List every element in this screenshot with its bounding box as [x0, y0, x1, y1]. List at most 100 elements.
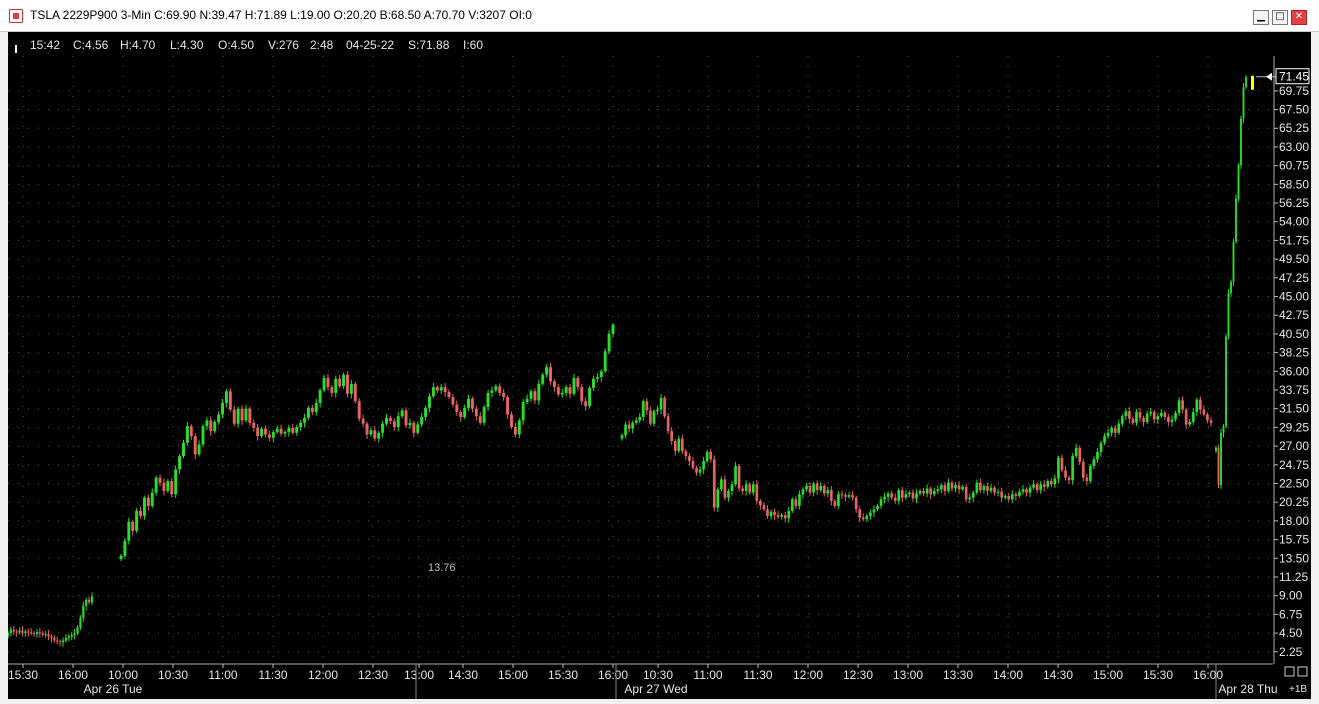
candle-body — [396, 416, 400, 427]
candle-body — [769, 511, 773, 516]
scale-button[interactable]: +1B — [1289, 684, 1307, 695]
candle-body — [166, 481, 170, 491]
candle-body — [330, 387, 334, 393]
candle-body — [385, 417, 388, 424]
x-tick-label: 10:30 — [158, 668, 188, 682]
y-tick-label: 60.75 — [1279, 159, 1309, 173]
candle-body — [1106, 432, 1110, 437]
candle-body — [631, 422, 634, 429]
candle-body — [1074, 447, 1078, 457]
x-tick-label: 12:30 — [358, 668, 388, 682]
candle-body — [1237, 165, 1240, 199]
candle-body — [361, 418, 365, 424]
candle-body — [794, 499, 798, 506]
candle-body — [656, 409, 659, 412]
scale-box-icon — [1297, 666, 1308, 677]
last-price-arrow-icon — [1266, 72, 1272, 81]
candle-body — [1145, 413, 1149, 422]
y-tick-label: 11.25 — [1279, 570, 1308, 584]
y-tick-label: 58.50 — [1279, 177, 1309, 191]
candle-body — [44, 633, 47, 635]
info-tick: 2:48 — [310, 38, 334, 52]
candle-body — [1025, 489, 1028, 493]
candle-body — [858, 509, 862, 518]
candle-body — [9, 629, 12, 634]
candle-body — [182, 442, 185, 457]
price-chart[interactable]: 69.75 67.50 65.25 63.00 60.75 58.50 56.25 54.00… — [8, 56, 1311, 699]
candle-body — [964, 486, 968, 500]
x-tick-label: 14:30 — [1043, 668, 1073, 682]
candle-body — [12, 629, 15, 632]
candle-body — [53, 638, 56, 641]
candle-body — [510, 414, 513, 427]
candle-body — [139, 510, 142, 516]
candle-body — [790, 499, 794, 511]
candle-body — [1050, 481, 1053, 485]
candle-body — [1181, 400, 1184, 410]
candle-body — [1149, 412, 1153, 414]
x-tick-label: 15:30 — [8, 668, 38, 682]
date-label: Apr 28 Thu — [1218, 682, 1277, 696]
y-tick-label: 67.50 — [1279, 103, 1309, 117]
candle-body — [1120, 416, 1124, 424]
candle-body — [248, 408, 252, 423]
candle-body — [556, 387, 560, 395]
candle-body — [1227, 293, 1230, 337]
candle-body — [915, 493, 918, 499]
candle-body — [162, 482, 166, 491]
y-tick-label: 29.25 — [1279, 420, 1309, 434]
candle-body — [624, 424, 627, 436]
candle-body — [146, 497, 150, 506]
x-tick-label: 11:30 — [258, 668, 287, 682]
candle-body — [837, 494, 840, 506]
candle-body — [346, 374, 349, 394]
chart-annotation: 13.76 — [428, 562, 456, 574]
candle-body — [865, 515, 869, 520]
candle-body — [56, 640, 59, 642]
y-tick-label: 63.00 — [1279, 140, 1309, 154]
candle-body — [734, 466, 737, 485]
candle-body — [620, 435, 624, 439]
candle-body — [986, 485, 989, 491]
candle-body — [119, 555, 123, 560]
last-price-marker — [1251, 75, 1254, 90]
candle-body — [217, 414, 221, 422]
candle-body — [568, 387, 572, 394]
candle-body — [922, 490, 925, 494]
candle-body — [847, 495, 851, 497]
minimize-button[interactable]: ▁ — [1253, 10, 1269, 25]
candle-body — [365, 423, 369, 435]
candle-body — [1170, 419, 1174, 422]
candle-body — [695, 467, 698, 473]
candle-body — [1010, 494, 1014, 500]
x-tick-label: 14:00 — [993, 668, 1023, 682]
candle-body — [189, 426, 193, 437]
candle-body — [1206, 414, 1209, 421]
candle-body — [1046, 481, 1050, 487]
candle-body — [252, 422, 256, 428]
x-tick-label: 16:00 — [1193, 668, 1223, 682]
maximize-button[interactable]: □ — [1272, 10, 1288, 25]
scale-box-icon — [1284, 666, 1295, 677]
candle-body — [271, 431, 275, 438]
x-tick-label: 13:30 — [943, 668, 973, 682]
candle-body — [279, 428, 283, 434]
candle-body — [357, 401, 361, 419]
y-tick-label: 54.00 — [1279, 215, 1309, 229]
candle-body — [127, 521, 131, 541]
candle-body — [1014, 494, 1018, 496]
candle-body — [893, 497, 897, 501]
close-button[interactable]: ✕ — [1291, 10, 1307, 25]
candle-body — [283, 431, 287, 434]
y-tick-label: 2.25 — [1279, 645, 1303, 659]
candle-body — [989, 487, 993, 491]
candle-body — [1135, 412, 1138, 423]
candle-body — [1003, 495, 1007, 498]
chart-area[interactable]: 69.75 67.50 65.25 63.00 60.75 58.50 56.25 54.00… — [8, 56, 1311, 699]
x-tick-label: 15:30 — [548, 668, 578, 682]
x-tick-label: 13:00 — [893, 668, 923, 682]
candle-body — [1057, 457, 1060, 479]
candle-body — [224, 391, 228, 403]
candle-body — [1131, 418, 1135, 423]
candle-body — [727, 490, 730, 498]
